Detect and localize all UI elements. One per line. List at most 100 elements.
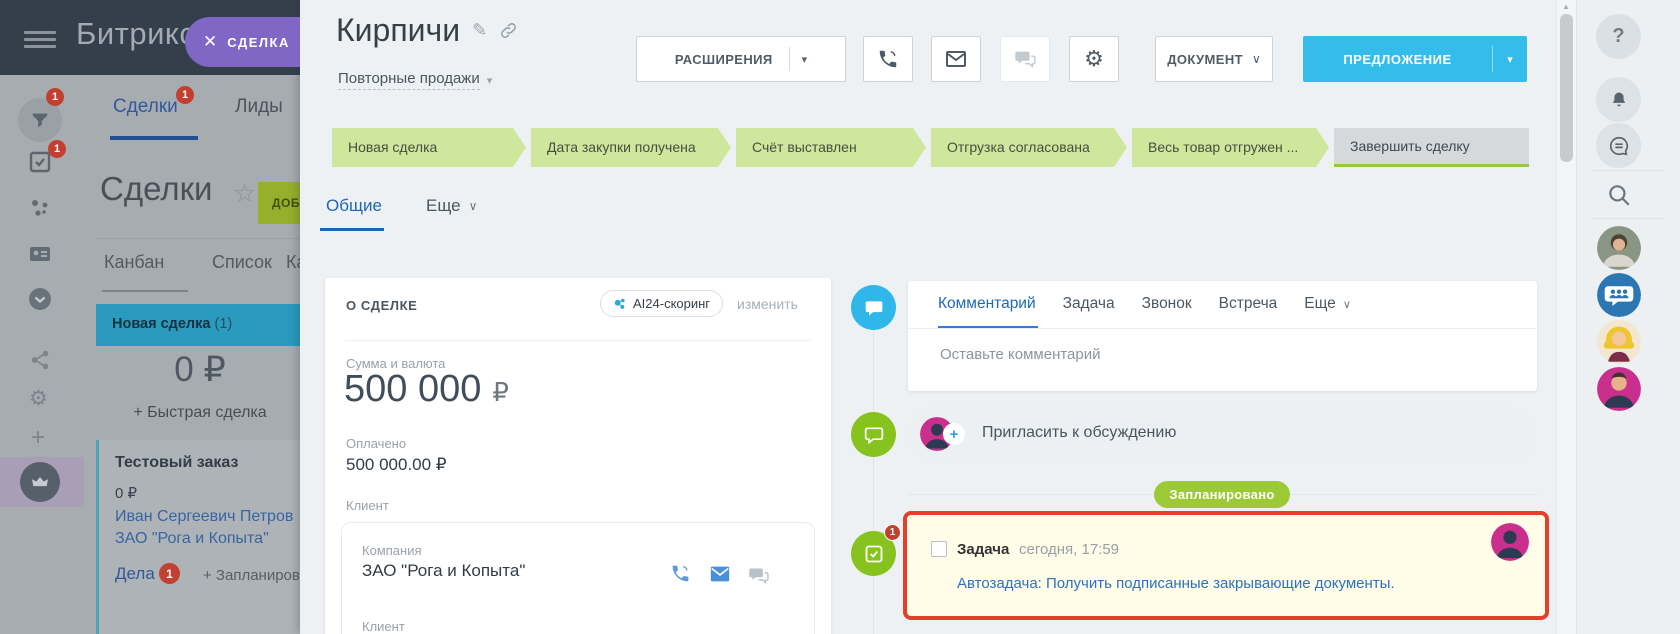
- deal-card[interactable]: Тестовый заказ 0 ₽ Иван Сергеевич Петров…: [96, 440, 304, 634]
- tl-tab-task[interactable]: Задача: [1063, 295, 1115, 313]
- tasks-menu-badge: 1: [48, 140, 66, 158]
- sidebar-add[interactable]: +: [31, 424, 45, 452]
- plan-activity-link[interactable]: + Запланировать: [203, 567, 304, 584]
- chat-button[interactable]: [1000, 36, 1050, 82]
- tab-deals[interactable]: Сделки: [113, 96, 178, 118]
- company-name[interactable]: ЗАО "Рога и Копыта": [362, 561, 525, 581]
- kanban-column-header[interactable]: Новая сделка (1): [96, 304, 304, 346]
- screen: Битрикс24 1 1 ⚙ + Сделки 1 Лиды Сделки ☆…: [0, 0, 1680, 634]
- sitemap-icon: [29, 349, 51, 371]
- sidebar-item-contacts[interactable]: [28, 242, 52, 271]
- chevron-down-icon[interactable]: ▾: [1493, 53, 1527, 66]
- user-avatar[interactable]: [1597, 320, 1641, 364]
- hamburger-menu-icon[interactable]: [24, 27, 56, 52]
- view-tab-kanban[interactable]: Канбан: [104, 252, 164, 273]
- envelope-icon: [944, 47, 968, 71]
- invite-text: Пригласить к обсуждению: [982, 424, 1176, 442]
- task-checkbox[interactable]: [931, 541, 947, 557]
- tl-tab-meeting[interactable]: Встреча: [1219, 295, 1278, 313]
- proposal-button[interactable]: ПРЕДЛОЖЕНИЕ ▾: [1303, 36, 1527, 82]
- gear-icon: ⚙: [29, 387, 48, 410]
- slider-entity-badge: ✕ СДЕЛКА: [185, 17, 300, 67]
- timeline-composer-card: Комментарий Задача Звонок Встреча Еще ∨: [908, 281, 1537, 391]
- stage-shipping-approved[interactable]: Отгрузка согласована: [931, 128, 1127, 167]
- plus-icon: +: [31, 424, 45, 451]
- user-avatar[interactable]: [1597, 367, 1641, 411]
- chevron-down-icon: ▾: [802, 53, 808, 66]
- crm-menu-badge: 1: [46, 88, 64, 106]
- user-avatar[interactable]: [1597, 226, 1641, 270]
- task-title[interactable]: Задача: [957, 541, 1009, 558]
- scroll-up-arrow[interactable]: ▲: [1562, 2, 1570, 11]
- invite-to-discussion[interactable]: + Пригласить к обсуждению: [908, 406, 1537, 462]
- sidebar-item-network[interactable]: [28, 196, 52, 225]
- stage-close-deal[interactable]: Завершить сделку: [1334, 128, 1529, 167]
- timeline-discussion-marker: [851, 412, 896, 457]
- help-button[interactable]: ?: [1596, 14, 1641, 59]
- favorite-star-icon[interactable]: ☆: [233, 178, 256, 209]
- stage-purchase-date[interactable]: Дата закупки получена: [531, 128, 731, 167]
- task-time: сегодня, 17:59: [1019, 541, 1119, 558]
- pipeline-selector[interactable]: Повторные продажи ▾: [338, 70, 492, 90]
- deal-card-title[interactable]: Тестовый заказ: [115, 454, 238, 472]
- sidebar-item-premium[interactable]: [0, 457, 84, 507]
- divider: [1591, 170, 1665, 171]
- divider: [96, 238, 306, 239]
- ai-scoring-badge[interactable]: AI24-скоринг: [600, 290, 723, 317]
- document-button[interactable]: ДОКУМЕНТ ∨: [1155, 36, 1273, 82]
- sidebar-item-tasks[interactable]: [28, 150, 52, 179]
- view-tab-list[interactable]: Список: [212, 252, 272, 273]
- task-check-icon: [864, 544, 884, 564]
- edit-title-icon[interactable]: ✎: [472, 20, 487, 41]
- task-link[interactable]: Автозадача: Получить подписанные закрыва…: [957, 575, 1395, 592]
- add-deal-button[interactable]: ДОБАВИТЬ: [258, 182, 304, 224]
- activities-link[interactable]: Дела: [115, 564, 155, 584]
- envelope-icon[interactable]: [708, 563, 732, 585]
- sidebar-settings[interactable]: ⚙: [29, 386, 48, 411]
- email-button[interactable]: [931, 36, 981, 82]
- tab-general[interactable]: Общие: [326, 196, 382, 216]
- tab-more[interactable]: Еще ∨: [426, 196, 477, 216]
- timeline-line: [873, 328, 874, 634]
- task-marker-badge: 1: [884, 524, 901, 541]
- tl-tab-comment[interactable]: Комментарий: [938, 295, 1036, 313]
- quick-deal-link[interactable]: + Быстрая сделка: [96, 404, 304, 422]
- stage-invoice[interactable]: Счёт выставлен: [736, 128, 926, 167]
- deal-title: Кирпичи: [336, 12, 460, 49]
- messenger-button[interactable]: [1596, 123, 1641, 168]
- sidebar-item-more[interactable]: [28, 287, 52, 316]
- edit-link[interactable]: изменить: [737, 296, 798, 312]
- comment-input[interactable]: [938, 345, 1498, 364]
- right-rail: ?: [1576, 0, 1680, 634]
- id-card-icon: [28, 242, 52, 266]
- gear-icon: ⚙: [1084, 46, 1104, 72]
- stage-new[interactable]: Новая сделка: [332, 128, 526, 167]
- paid-label: Оплачено: [346, 436, 406, 451]
- search-button[interactable]: [1606, 182, 1632, 213]
- planned-badge: Запланировано: [1154, 481, 1290, 508]
- button-divider: [789, 47, 790, 71]
- call-button[interactable]: [863, 36, 913, 82]
- deal-card-company-link[interactable]: ЗАО "Рога и Копыта": [115, 530, 269, 548]
- group-chat-avatar[interactable]: [1597, 273, 1641, 317]
- panel-scrollbar[interactable]: ▲: [1556, 0, 1576, 634]
- scrollbar-thumb[interactable]: [1560, 14, 1573, 162]
- extensions-button[interactable]: РАСШИРЕНИЯ ▾: [636, 36, 846, 82]
- task-entry-highlighted[interactable]: Задача сегодня, 17:59 Автозадача: Получи…: [903, 511, 1549, 620]
- notifications-button[interactable]: [1596, 77, 1641, 122]
- tl-tab-call[interactable]: Звонок: [1142, 295, 1192, 313]
- sidebar-item-sitemap[interactable]: [29, 349, 51, 376]
- slider-badge-label: СДЕЛКА: [227, 35, 290, 50]
- company-label: Компания: [362, 543, 422, 558]
- tl-tab-more[interactable]: Еще ∨: [1304, 295, 1351, 313]
- phone-icon[interactable]: [670, 563, 691, 584]
- amount-value: 500 000: [344, 368, 481, 411]
- copy-link-icon[interactable]: [499, 21, 518, 40]
- tab-leads[interactable]: Лиды: [235, 96, 283, 118]
- close-icon[interactable]: ✕: [203, 32, 217, 52]
- settings-button[interactable]: ⚙: [1069, 36, 1119, 82]
- chat-icon[interactable]: [748, 565, 769, 586]
- stage-goods-shipped[interactable]: Весь товар отгружен ...: [1132, 128, 1329, 167]
- deal-card-contact-link[interactable]: Иван Сергеевич Петров: [115, 508, 293, 526]
- task-responsible-avatar[interactable]: [1491, 523, 1529, 561]
